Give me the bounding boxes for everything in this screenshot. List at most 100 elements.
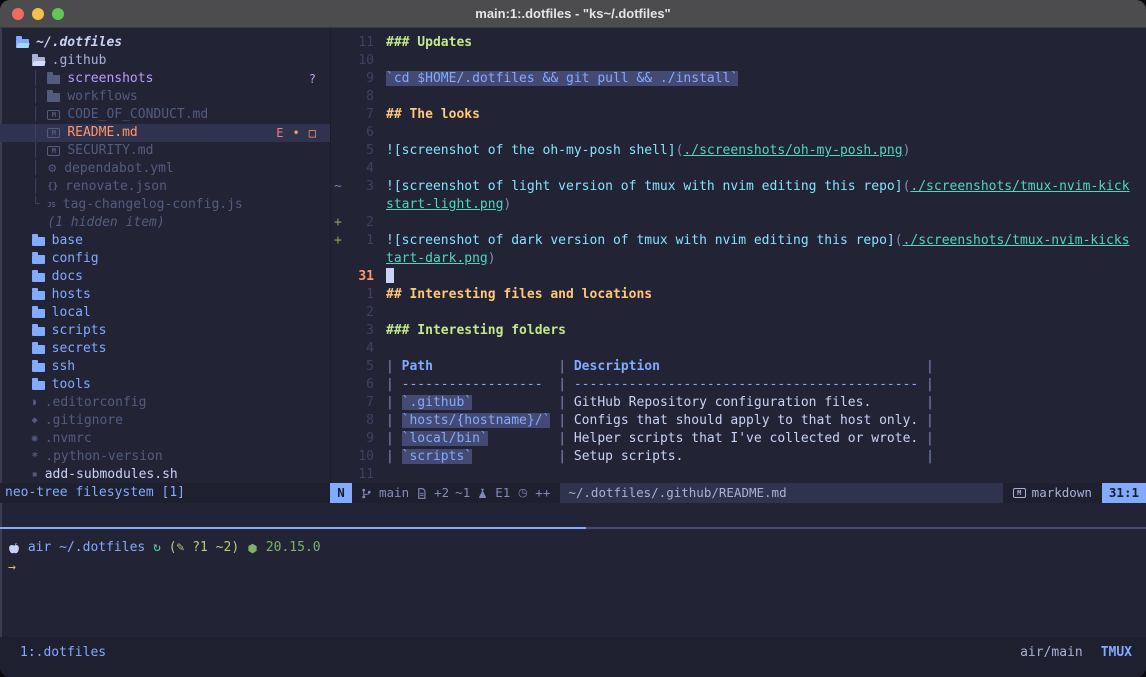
editor-line[interactable]: 10| `scripts` | Setup scripts. | <box>331 448 1146 466</box>
tree-item-readme-md[interactable]: │ MREADME.mdE•□ <box>0 124 330 142</box>
editor-line[interactable]: 6 <box>331 124 1146 142</box>
editor-line[interactable]: 7| `.github` | GitHub Repository configu… <box>331 394 1146 412</box>
tree-item-base[interactable]: base <box>0 232 330 250</box>
shell-pane[interactable]: air ~/.dotfiles ↻ (✎ ?1 ~2) 20.15.0 → <box>0 529 1146 637</box>
prompt-segment: (✎ ?1 ~2) <box>169 538 247 558</box>
editor-line[interactable]: 1## Interesting files and locations <box>331 286 1146 304</box>
editor-line[interactable]: 3### Interesting folders <box>331 322 1146 340</box>
editor-line[interactable]: 9`cd $HOME/.dotfiles && git pull && ./in… <box>331 70 1146 88</box>
tree-item-label: screenshots <box>67 70 153 88</box>
status-badge: ? <box>309 70 316 88</box>
tree-item-dependabot-yml[interactable]: │ ⚙dependabot.yml <box>0 160 330 178</box>
line-text <box>374 214 386 232</box>
tree-item-dotfiles[interactable]: ~/.dotfiles <box>0 34 330 52</box>
editor-line[interactable]: 9| `local/bin` | Helper scripts that I'v… <box>331 430 1146 448</box>
tree-guide <box>16 340 32 358</box>
tree-item-ssh[interactable]: ssh <box>0 358 330 376</box>
editor-line[interactable]: 4 <box>331 340 1146 358</box>
prompt-arrow: → <box>8 558 1146 578</box>
tree-item-docs[interactable]: docs <box>0 268 330 286</box>
tree-item-add-submodules-sh[interactable]: ▪add-submodules.sh <box>0 466 330 483</box>
tmux-status-bar: 1:.dotfiles air/main TMUX <box>0 637 1146 677</box>
editor-line[interactable]: 8 <box>331 88 1146 106</box>
sh-icon: ▪ <box>32 466 38 483</box>
editor-line[interactable]: +1![screenshot of dark version of tmux w… <box>331 232 1146 250</box>
line-number: 9 <box>348 430 374 448</box>
editor-line[interactable]: 7## The looks <box>331 106 1146 124</box>
gutter-sign <box>331 376 348 394</box>
md-icon: M <box>47 110 60 120</box>
tree-item-workflows[interactable]: │ workflows <box>0 88 330 106</box>
tree-item-renovate-json[interactable]: │ {}renovate.json <box>0 178 330 196</box>
tree-item-1-hidden-item[interactable]: (1 hidden item) <box>0 214 330 232</box>
editor-line[interactable]: 31 <box>331 268 1146 286</box>
editor-line[interactable]: start-light.png) <box>331 196 1146 214</box>
text-segment <box>683 449 918 464</box>
git-status-item: +2 <box>434 483 449 503</box>
gutter-sign <box>331 430 348 448</box>
line-text <box>374 466 386 483</box>
gutter-sign <box>331 142 348 160</box>
tree-item-editorconfig[interactable]: ◗.editorconfig <box>0 394 330 412</box>
tree-guide <box>16 430 32 448</box>
text-segment: | <box>386 377 402 392</box>
tree-item-tools[interactable]: tools <box>0 376 330 394</box>
editor-line[interactable]: 6| ------------------ | ----------------… <box>331 376 1146 394</box>
tree-item-github[interactable]: .github <box>0 52 330 70</box>
tree-guide <box>16 250 32 268</box>
tree-item-screenshots[interactable]: │ screenshots? <box>0 70 330 88</box>
editor-line[interactable]: 11 <box>331 466 1146 483</box>
tree-item-label: .github <box>52 52 107 70</box>
editor-line[interactable]: 11### Updates <box>331 34 1146 52</box>
tree-item-code-of-conduct-md[interactable]: │ MCODE_OF_CONDUCT.md <box>0 106 330 124</box>
tree-item-secrets[interactable]: secrets <box>0 340 330 358</box>
editor-line[interactable]: ~3![screenshot of light version of tmux … <box>331 178 1146 196</box>
tree-item-local[interactable]: local <box>0 304 330 322</box>
text-segment <box>660 359 918 374</box>
line-text: ### Updates <box>374 34 472 52</box>
folder-icon <box>32 272 45 282</box>
clock-icon: ◷ <box>516 483 529 503</box>
text-segment: ----------------------------------------… <box>574 377 918 392</box>
text-segment: Path <box>402 359 433 374</box>
vim-cmdline[interactable] <box>0 503 1146 527</box>
tree-item-scripts[interactable]: scripts <box>0 322 330 340</box>
gutter-sign <box>331 196 348 214</box>
editor-line[interactable]: 10 <box>331 52 1146 70</box>
line-number: 8 <box>348 412 374 430</box>
text-segment: | <box>918 413 934 428</box>
editor-line[interactable]: 4 <box>331 160 1146 178</box>
line-text: start-light.png) <box>374 196 511 214</box>
editor-buffer[interactable]: 11### Updates 10 9`cd $HOME/.dotfiles &&… <box>330 28 1146 483</box>
git-status-item: ++ <box>535 483 550 503</box>
tree-item-python-version[interactable]: *.python-version <box>0 448 330 466</box>
tree-item-hosts[interactable]: hosts <box>0 286 330 304</box>
editor-line[interactable]: 5![screenshot of the oh-my-posh shell](.… <box>331 142 1146 160</box>
editor-line[interactable]: tart-dark.png) <box>331 250 1146 268</box>
editor-line[interactable]: 8| `hosts/{hostname}/` | Configs that sh… <box>331 412 1146 430</box>
tree-item-gitignore[interactable]: ◆.gitignore <box>0 412 330 430</box>
tree-item-tag-changelog-config-js[interactable]: └ JStag-changelog-config.js <box>0 196 330 214</box>
md-icon: M <box>47 128 60 138</box>
folder-icon <box>32 290 45 300</box>
tree-guide <box>16 394 32 412</box>
tree-item-security-md[interactable]: │ MSECURITY.md <box>0 142 330 160</box>
line-text: | Path | Description | <box>374 358 934 376</box>
hexagon-icon <box>247 543 258 554</box>
tree-item-nvmrc[interactable]: ◉.nvmrc <box>0 430 330 448</box>
tmux-window-name[interactable]: 1:.dotfiles <box>20 645 106 660</box>
line-text: ## Interesting files and locations <box>374 286 652 304</box>
editor-line[interactable]: 2 <box>331 304 1146 322</box>
text-segment: ) <box>503 197 511 212</box>
editor-line[interactable]: 5| Path | Description | <box>331 358 1146 376</box>
editor-line[interactable]: +2 <box>331 214 1146 232</box>
text-segment <box>472 395 550 410</box>
tree-guide <box>16 376 32 394</box>
line-text <box>374 160 386 178</box>
text-segment: | <box>386 431 402 446</box>
tree-item-config[interactable]: config <box>0 250 330 268</box>
text-segment: ### Interesting folders <box>386 323 566 338</box>
folder-icon <box>32 308 45 318</box>
line-number: 8 <box>348 88 374 106</box>
tree-guide: │ <box>16 178 47 196</box>
